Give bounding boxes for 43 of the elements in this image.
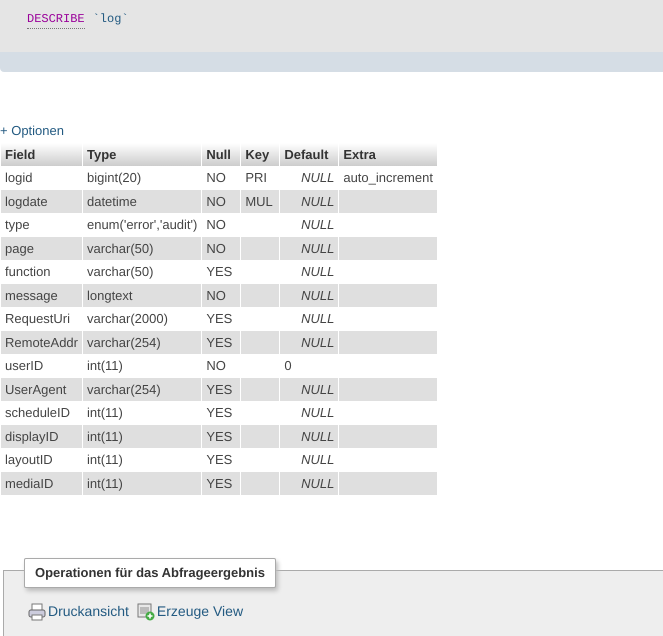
add-view-icon <box>136 602 155 620</box>
column-header: Default <box>280 142 339 166</box>
table-cell: MUL <box>240 190 280 213</box>
panel-title: Operationen für das Abfrageergebnis <box>24 558 276 588</box>
table-cell: NO <box>202 190 241 213</box>
sql-identifier: `log` <box>92 11 129 28</box>
table-cell: message <box>1 284 82 307</box>
table-cell: YES <box>202 472 241 495</box>
table-cell: NULL <box>280 284 339 307</box>
printer-icon <box>28 602 46 620</box>
table-cell: UserAgent <box>1 378 82 401</box>
table-cell: varchar(254) <box>82 378 202 401</box>
operation-link[interactable]: Erzeuge View <box>136 601 244 622</box>
column-header: Extra <box>338 142 438 166</box>
table-cell: logdate <box>1 190 82 213</box>
table-cell: NO <box>202 284 241 307</box>
table-cell: page <box>1 236 82 260</box>
table-cell: NULL <box>280 190 339 213</box>
table-cell: int(11) <box>82 472 202 495</box>
table-cell: NULL <box>280 424 339 448</box>
column-header: Key <box>240 142 280 166</box>
table-cell: NULL <box>280 330 339 354</box>
table-cell: varchar(50) <box>82 236 202 260</box>
operation-link[interactable]: Druckansicht <box>28 601 129 622</box>
table-cell: int(11) <box>82 424 202 448</box>
column-header: Field <box>1 142 82 166</box>
sql-keyword: DESCRIBE <box>27 10 85 29</box>
table-cell: YES <box>202 378 241 401</box>
table-cell: NULL <box>280 236 339 260</box>
options-link[interactable]: + Optionen <box>0 123 64 139</box>
table-cell: YES <box>202 330 241 354</box>
column-header: Type <box>82 142 202 166</box>
table-cell: NULL <box>280 378 339 401</box>
table-cell: varchar(254) <box>82 330 202 354</box>
table-cell: YES <box>202 424 241 448</box>
table-cell: displayID <box>1 424 82 448</box>
table-cell: mediaID <box>1 472 82 495</box>
table-cell: NULL <box>280 472 339 495</box>
table-cell: RemoteAddr <box>1 330 82 354</box>
column-header: Null <box>202 142 241 166</box>
table-cell: NO <box>202 236 241 260</box>
table-cell: longtext <box>82 284 202 307</box>
table-cell: datetime <box>82 190 202 213</box>
